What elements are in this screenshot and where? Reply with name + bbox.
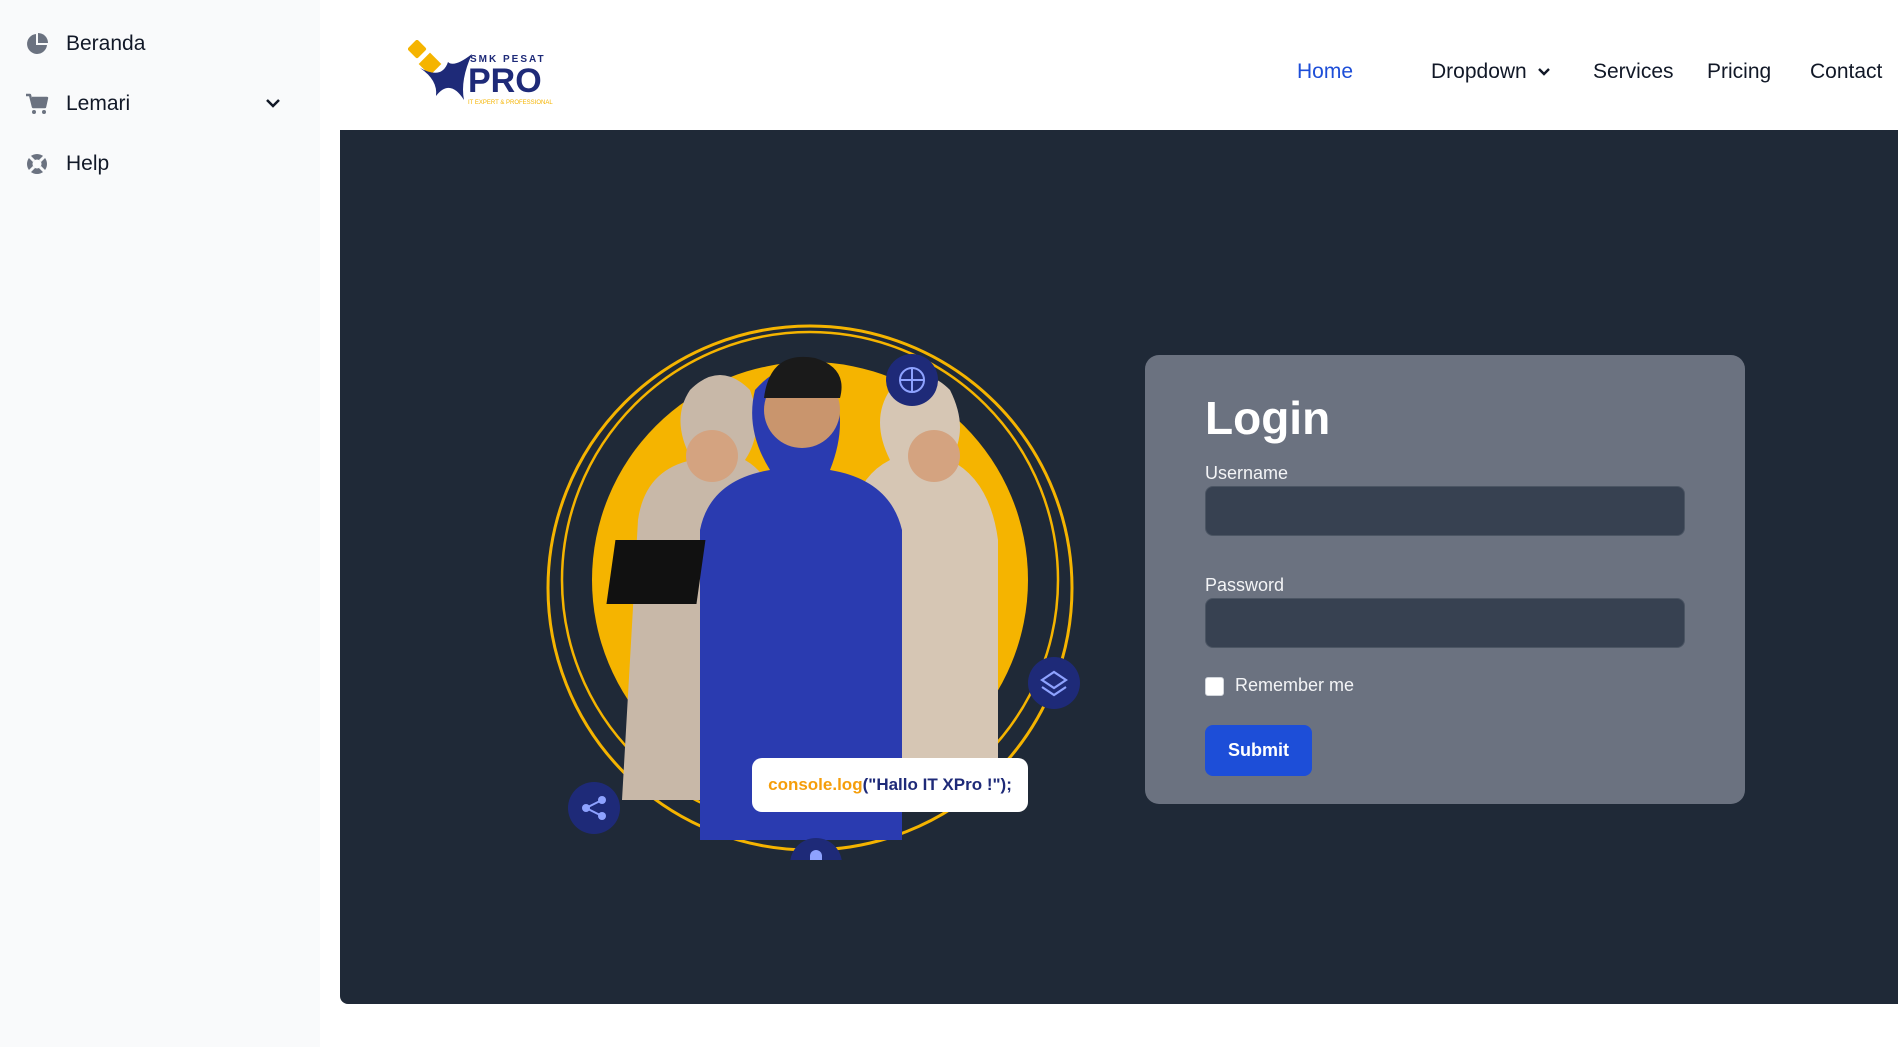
pie-chart-icon	[24, 31, 50, 57]
password-field[interactable]	[1205, 598, 1685, 648]
nav-dropdown[interactable]: Dropdown	[1431, 60, 1551, 84]
nav-home[interactable]: Home	[1297, 60, 1353, 84]
cart-icon	[24, 91, 50, 117]
nav-dropdown-label: Dropdown	[1431, 60, 1527, 83]
nav-pricing[interactable]: Pricing	[1707, 60, 1771, 84]
code-bubble: console.log ("Hallo IT XPro !");	[752, 758, 1028, 812]
chevron-down-icon[interactable]	[264, 94, 282, 117]
nav-contact[interactable]: Contact	[1810, 60, 1882, 84]
hero-illustration: console.log ("Hallo IT XPro !");	[530, 280, 1090, 890]
remember-me-label: Remember me	[1235, 675, 1355, 695]
submit-button[interactable]: Submit	[1205, 725, 1312, 776]
login-card: Login Username Password Remember me Subm…	[1145, 355, 1745, 804]
username-label: Username	[1205, 463, 1289, 483]
sidebar: Beranda Lemari Help	[0, 0, 320, 1047]
top-navbar: SMK PESAT PRO IT EXPERT & PROFESSIONAL H…	[340, 0, 1898, 130]
sidebar-item-beranda[interactable]: Beranda	[24, 24, 300, 64]
share-icon-bubble	[568, 782, 620, 834]
username-field[interactable]	[1205, 486, 1685, 536]
login-title: Login	[1205, 392, 1331, 444]
sidebar-item-help[interactable]: Help	[24, 144, 300, 184]
sidebar-item-label: Lemari	[66, 92, 131, 115]
layers-icon-bubble	[1028, 657, 1080, 709]
sidebar-item-label: Beranda	[66, 32, 146, 55]
remember-me-checkbox[interactable]	[1205, 677, 1224, 696]
chevron-down-icon	[1537, 65, 1551, 79]
sidebar-item-label: Help	[66, 152, 110, 175]
password-label: Password	[1205, 575, 1285, 595]
logo-main-text: PRO	[468, 62, 542, 100]
lifebuoy-icon	[24, 151, 50, 177]
logo-tagline-text: IT EXPERT & PROFESSIONAL	[468, 100, 553, 106]
sidebar-item-lemari[interactable]: Lemari	[24, 84, 300, 124]
code-argument: ("Hallo IT XPro !");	[862, 775, 1012, 794]
hero-section: console.log ("Hallo IT XPro !"); Login Us…	[340, 130, 1898, 1004]
nav-services[interactable]: Services	[1593, 60, 1674, 84]
code-function: console.log	[768, 775, 863, 794]
brand-logo[interactable]: SMK PESAT PRO IT EXPERT & PROFESSIONAL	[407, 39, 568, 112]
